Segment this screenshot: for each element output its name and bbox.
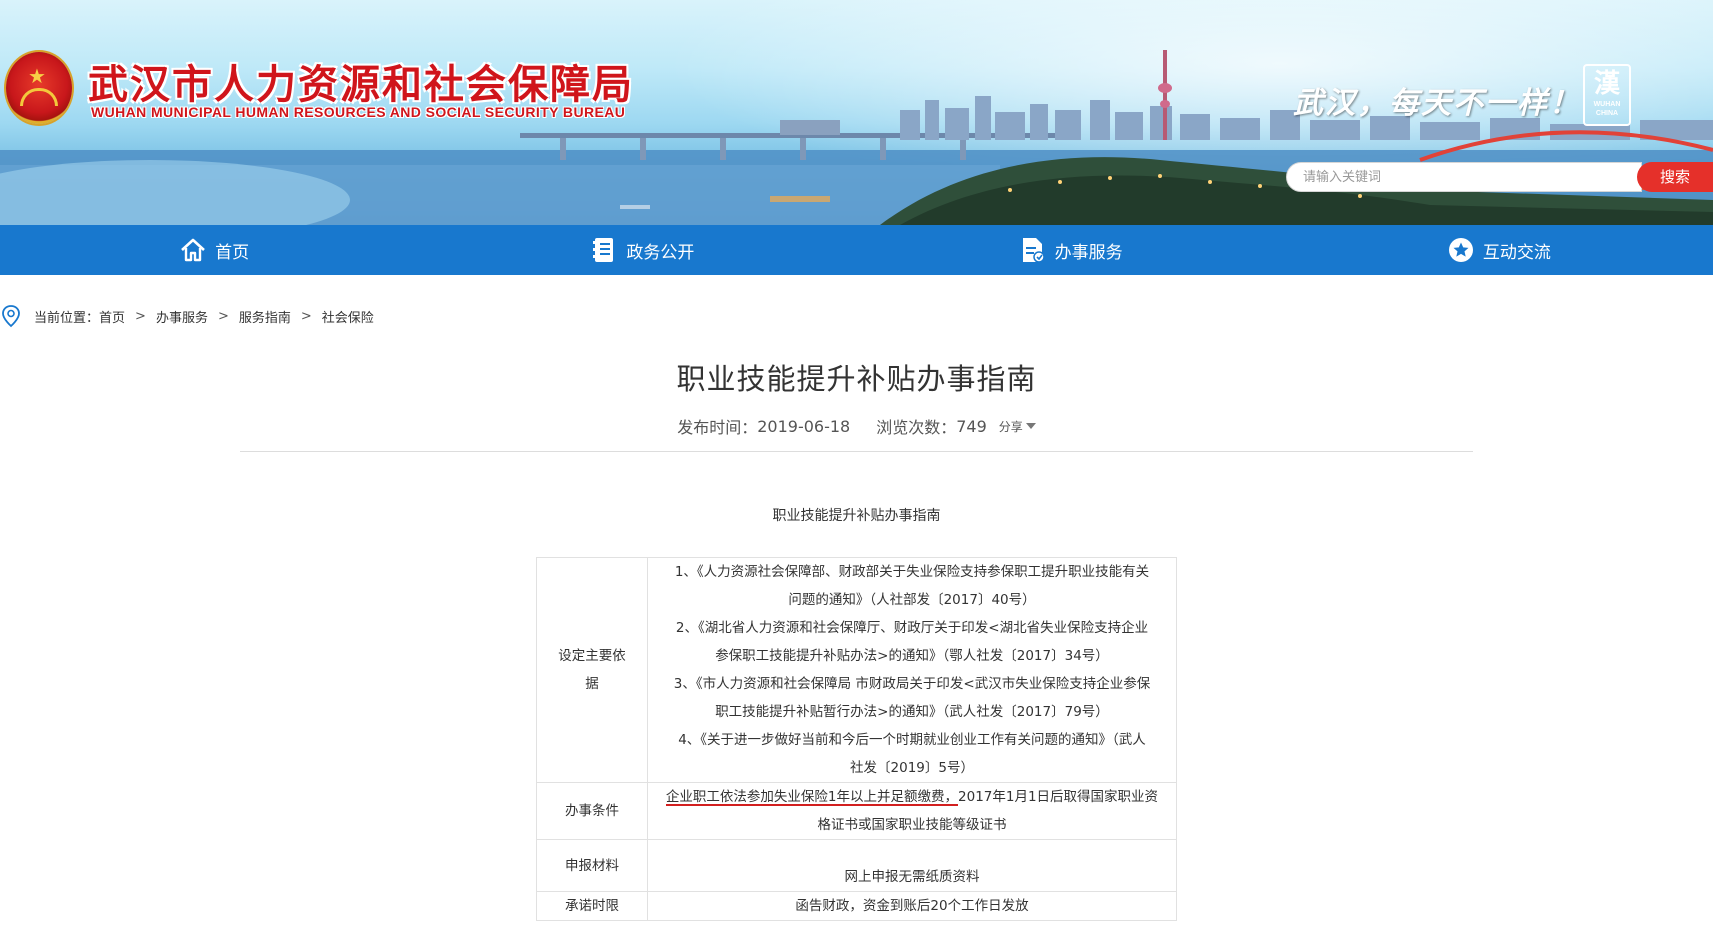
views-label: 浏览次数： (876, 418, 957, 437)
article-title: 职业技能提升补贴办事指南 (676, 362, 1037, 396)
row-label-conditions: 办事条件 (536, 782, 648, 840)
search-input[interactable] (1287, 163, 1641, 191)
caret-down-icon (1025, 423, 1036, 429)
main-nav: 首页 政务公开 办事服务 互动交流 (0, 225, 1713, 275)
nav-item-services[interactable]: 办事服务 (857, 225, 1285, 275)
breadcrumb-separator: > (300, 308, 312, 324)
share-button[interactable]: 分享 (999, 418, 1036, 435)
materials-text: 网上申报无需纸质资料 (844, 869, 980, 885)
basis-line: 2、《湖北省人力资源和社会保障厅、财政厅关于印发<湖北省失业保险支持企业 (675, 620, 1149, 636)
location-pin-icon (2, 305, 20, 328)
content-heading: 职业技能提升补贴办事指南 (772, 508, 941, 524)
breadcrumb-prefix: 当前位置： (34, 310, 100, 326)
row-label-basis: 设定主要依据 (536, 557, 648, 783)
breadcrumb: 当前位置： 首页 > 办事服务 > 服务指南 > 社会保险 (0, 304, 374, 328)
views-count: 749 (956, 416, 987, 436)
site-title: 武汉市人力资源和社会保障局 (88, 62, 634, 108)
breadcrumb-item-service-guide[interactable]: 服务指南 (239, 307, 291, 326)
row-value-materials: 网上申报无需纸质资料 (647, 839, 1177, 892)
basis-line: 3、《市人力资源和社会保障局 市财政局关于印发<武汉市失业保险支持企业参保 (673, 676, 1151, 692)
publish-date: 2019-06-18 (757, 416, 851, 436)
star-badge-icon (1447, 236, 1475, 264)
row-label-time-limit: 承诺时限 (536, 891, 648, 921)
basis-line: 职工技能提升补贴暂行办法>的通知》（武人社发〔2017〕79号） (715, 704, 1109, 720)
basis-line: 4、《关于进一步做好当前和今后一个时期就业创业工作有关问题的通知》（武人 (678, 732, 1146, 748)
wuhan-logo-label: WUHAN CHINA (1593, 101, 1621, 117)
row-value-basis: 1、《人力资源社会保障部、财政部关于失业保险支持参保职工提升职业技能有关 问题的… (647, 557, 1177, 783)
breadcrumb-item-services[interactable]: 办事服务 (156, 307, 208, 326)
basis-line: 1、《人力资源社会保障部、财政部关于失业保险支持参保职工提升职业技能有关 (674, 564, 1150, 580)
guide-table: 设定主要依据 1、《人力资源社会保障部、财政部关于失业保险支持参保职工提升职业技… (536, 557, 1177, 921)
search-button[interactable]: 搜索 (1637, 162, 1713, 192)
wuhan-logo-glyph: 漢 (1593, 68, 1620, 98)
table-row: 设定主要依据 1、《人力资源社会保障部、财政部关于失业保险支持参保职工提升职业技… (536, 557, 1177, 783)
basis-line: 问题的通知》（人社部发〔2017〕40号） (788, 592, 1036, 608)
national-emblem-icon: ★ (6, 52, 72, 124)
header-banner: ★ 武汉市人力资源和社会保障局 WUHAN MUNICIPAL HUMAN RE… (0, 0, 1713, 225)
title-divider (240, 451, 1473, 452)
highlighted-condition: 企业职工依法参加失业保险1年以上并足额缴费， (665, 789, 959, 806)
nav-item-government-affairs[interactable]: 政务公开 (428, 225, 856, 275)
article-meta: 发布时间： 2019-06-18 浏览次数： 749 分享 (0, 414, 1713, 438)
table-row: 承诺时限 函告财政，资金到账后20个工作日发放 (536, 891, 1177, 921)
condition-text: 格证书或国家职业技能等级证书 (817, 817, 1007, 833)
search-box (1286, 162, 1642, 192)
nav-item-label: 互动交流 (1482, 242, 1551, 263)
nav-item-label: 首页 (215, 242, 250, 263)
site-subtitle: WUHAN MUNICIPAL HUMAN RESOURCES AND SOCI… (91, 104, 626, 120)
breadcrumb-item-social-insurance[interactable]: 社会保险 (322, 307, 374, 326)
nav-item-home[interactable]: 首页 (0, 225, 428, 275)
condition-text: 2017年1月1日后取得国家职业资 (958, 789, 1159, 805)
wuhan-logo-icon: 漢 WUHAN CHINA (1583, 64, 1631, 126)
table-row: 申报材料 网上申报无需纸质资料 (536, 839, 1177, 892)
file-service-icon (1019, 236, 1047, 264)
nav-item-label: 办事服务 (1054, 242, 1123, 263)
share-label: 分享 (998, 419, 1023, 434)
breadcrumb-item-home[interactable]: 首页 (99, 307, 125, 326)
document-list-icon (590, 236, 618, 264)
nav-item-interaction[interactable]: 互动交流 (1285, 225, 1713, 275)
breadcrumb-separator: > (135, 308, 146, 324)
publish-label: 发布时间： (677, 418, 758, 437)
breadcrumb-separator: > (217, 308, 229, 324)
row-value-time-limit: 函告财政，资金到账后20个工作日发放 (647, 891, 1177, 921)
basis-line: 社发〔2019〕5号） (850, 760, 974, 776)
city-slogan: 武汉，每天不一样！ (1293, 86, 1581, 121)
home-icon (179, 236, 207, 264)
basis-line: 参保职工技能提升补贴办法>的通知》（鄂人社发〔2017〕34号） (715, 648, 1109, 664)
nav-item-label: 政务公开 (626, 242, 695, 263)
row-value-conditions: 企业职工依法参加失业保险1年以上并足额缴费，2017年1月1日后取得国家职业资 … (647, 782, 1177, 840)
table-row: 办事条件 企业职工依法参加失业保险1年以上并足额缴费，2017年1月1日后取得国… (536, 782, 1177, 840)
row-label-materials: 申报材料 (536, 839, 648, 892)
